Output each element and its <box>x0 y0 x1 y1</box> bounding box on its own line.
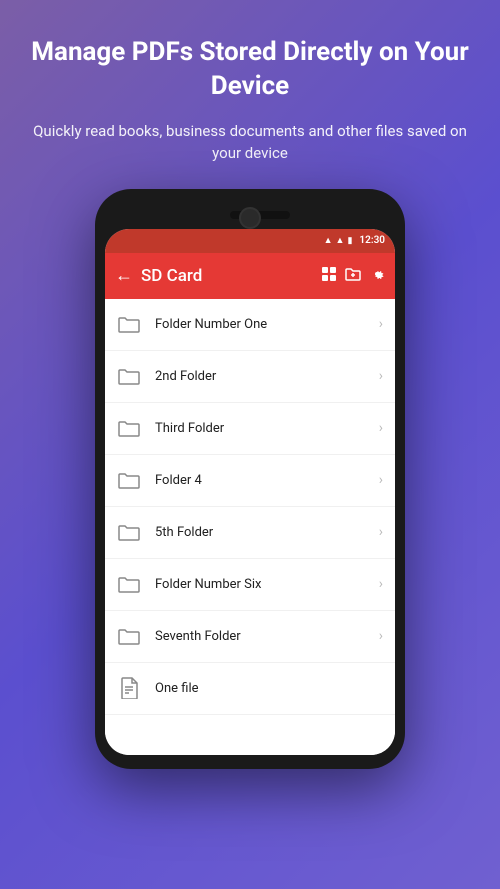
file-name: Folder 4 <box>155 473 379 488</box>
phone-outer: ▲ ▲ ▮ 12:30 ← SD Card <box>95 189 405 769</box>
header-section: Manage PDFs Stored Directly on Your Devi… <box>0 0 500 179</box>
settings-icon[interactable] <box>369 266 385 286</box>
list-item[interactable]: 5th Folder› <box>105 507 395 559</box>
chevron-right-icon: › <box>379 628 383 644</box>
phone-wrapper: ▲ ▲ ▮ 12:30 ← SD Card <box>95 189 405 769</box>
folder-icon <box>117 313 141 335</box>
folder-icon <box>117 417 141 439</box>
file-name: Seventh Folder <box>155 629 379 644</box>
chevron-right-icon: › <box>379 368 383 384</box>
file-name: 5th Folder <box>155 525 379 540</box>
status-time: 12:30 <box>359 235 385 246</box>
app-bar-title: SD Card <box>141 266 321 286</box>
list-item[interactable]: 2nd Folder› <box>105 351 395 403</box>
file-name: Folder Number Six <box>155 577 379 592</box>
app-bar: ← SD Card <box>105 253 395 299</box>
file-list: Folder Number One› 2nd Folder› Third Fol… <box>105 299 395 755</box>
phone-camera <box>239 207 261 229</box>
chevron-right-icon: › <box>379 524 383 540</box>
list-item[interactable]: Folder Number Six› <box>105 559 395 611</box>
signal-icon: ▲ <box>336 235 345 246</box>
list-item[interactable]: Seventh Folder› <box>105 611 395 663</box>
phone-screen: ▲ ▲ ▮ 12:30 ← SD Card <box>105 229 395 755</box>
back-button[interactable]: ← <box>115 265 133 286</box>
status-bar: ▲ ▲ ▮ 12:30 <box>105 229 395 253</box>
folder-icon <box>117 365 141 387</box>
file-name: Folder Number One <box>155 317 379 332</box>
folder-icon <box>117 573 141 595</box>
folder-add-icon[interactable] <box>345 266 361 286</box>
main-title: Manage PDFs Stored Directly on Your Devi… <box>30 36 470 104</box>
wifi-icon: ▲ <box>324 235 333 246</box>
file-icon <box>117 677 141 699</box>
chevron-right-icon: › <box>379 420 383 436</box>
folder-icon <box>117 469 141 491</box>
chevron-right-icon: › <box>379 576 383 592</box>
file-name: Third Folder <box>155 421 379 436</box>
list-item[interactable]: Folder Number One› <box>105 299 395 351</box>
file-name: One file <box>155 681 383 696</box>
grid-view-icon[interactable] <box>321 266 337 286</box>
battery-icon: ▮ <box>347 236 352 246</box>
file-name: 2nd Folder <box>155 369 379 384</box>
main-subtitle: Quickly read books, business documents a… <box>30 120 470 165</box>
chevron-right-icon: › <box>379 472 383 488</box>
list-item[interactable]: One file <box>105 663 395 715</box>
list-item[interactable]: Folder 4› <box>105 455 395 507</box>
folder-icon <box>117 625 141 647</box>
folder-icon <box>117 521 141 543</box>
list-item[interactable]: Third Folder› <box>105 403 395 455</box>
chevron-right-icon: › <box>379 316 383 332</box>
